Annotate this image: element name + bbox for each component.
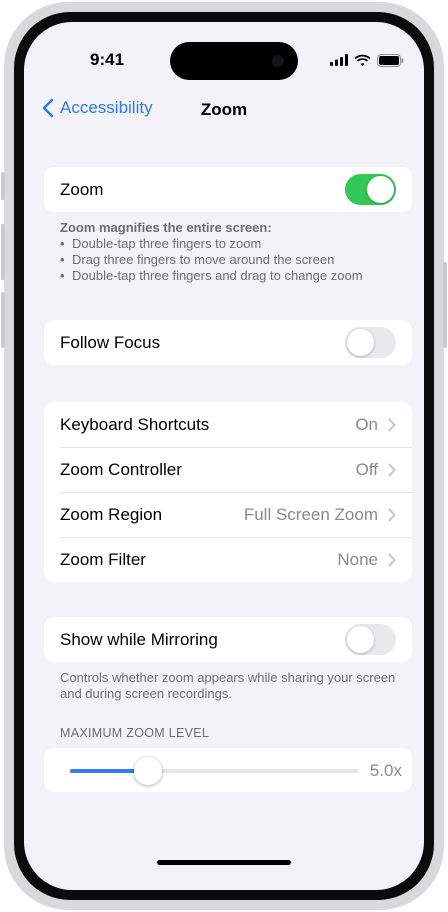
row-value: On [355,414,378,434]
zoom-controller-row[interactable]: Zoom Controller Off [44,447,412,492]
toggle-knob [367,176,394,203]
chevron-right-icon [388,463,396,476]
follow-focus-label: Follow Focus [60,332,161,352]
mirroring-row: Show while Mirroring [44,617,412,662]
max-zoom-header: MAXIMUM ZOOM LEVEL [60,726,210,740]
list-item: Double-tap three fingers and drag to cha… [60,268,400,284]
zoom-row: Zoom [44,167,412,212]
mirroring-label: Show while Mirroring [60,629,218,649]
camera-icon [272,55,284,67]
status-icons [330,52,404,68]
status-time: 9:41 [90,50,125,69]
chevron-right-icon [388,553,396,566]
follow-focus-row: Follow Focus [44,320,412,365]
toggle-knob [347,626,374,653]
follow-focus-group: Follow Focus [44,320,412,365]
row-label: Zoom Controller [60,459,182,479]
action-button [1,172,5,200]
zoom-settings-group: Keyboard Shortcuts On Zoom Controller Of… [44,402,412,582]
row-value: None [337,549,378,569]
status-bar: 9:41 [24,22,424,80]
show-while-mirroring-toggle[interactable] [345,624,396,655]
max-zoom-slider[interactable] [70,757,358,785]
zoom-filter-row[interactable]: Zoom Filter None [44,537,412,582]
row-label: Zoom Filter [60,549,146,569]
max-zoom-value: 5.0x [369,761,402,780]
zoom-description-list: Double-tap three fingers to zoom Drag th… [60,236,400,284]
max-zoom-slider-card: 5.0x [44,748,412,792]
zoom-label: Zoom [60,179,104,199]
row-label: Keyboard Shortcuts [60,414,210,434]
home-indicator[interactable] [157,860,291,865]
wifi-icon [354,54,371,66]
power-button [443,262,447,348]
screen: 9:41 Accessibility Zoom Zoom Zoom magnif… [24,22,424,890]
volume-down-button [1,292,5,348]
follow-focus-toggle[interactable] [345,327,396,358]
zoom-group: Zoom [44,167,412,212]
slider-thumb[interactable] [133,757,162,785]
battery-icon [377,53,404,67]
list-item: Double-tap three fingers to zoom [60,236,400,252]
zoom-region-row[interactable]: Zoom Region Full Screen Zoom [44,492,412,537]
row-value: Off [355,459,378,479]
zoom-toggle[interactable] [345,174,396,205]
cellular-signal-icon [330,54,348,66]
phone-bezel: 9:41 Accessibility Zoom Zoom Zoom magnif… [14,12,434,900]
toggle-knob [347,329,374,356]
row-label: Zoom Region [60,504,163,524]
page-title: Zoom [200,100,248,119]
zoom-description: Zoom magnifies the entire screen: Double… [60,220,400,284]
row-value: Full Screen Zoom [243,504,378,524]
list-item: Drag three fingers to move around the sc… [60,252,400,268]
zoom-description-heading: Zoom magnifies the entire screen: [60,220,272,235]
chevron-right-icon [388,508,396,521]
phone-frame: 9:41 Accessibility Zoom Zoom Zoom magnif… [1,2,447,910]
mirroring-group: Show while Mirroring [44,617,412,662]
keyboard-shortcuts-row[interactable]: Keyboard Shortcuts On [44,402,412,447]
chevron-right-icon [388,418,396,431]
volume-up-button [1,224,5,280]
navigation-bar: Accessibility Zoom [24,92,424,128]
mirroring-description: Controls whether zoom appears while shar… [60,670,396,701]
dynamic-island [170,42,298,80]
